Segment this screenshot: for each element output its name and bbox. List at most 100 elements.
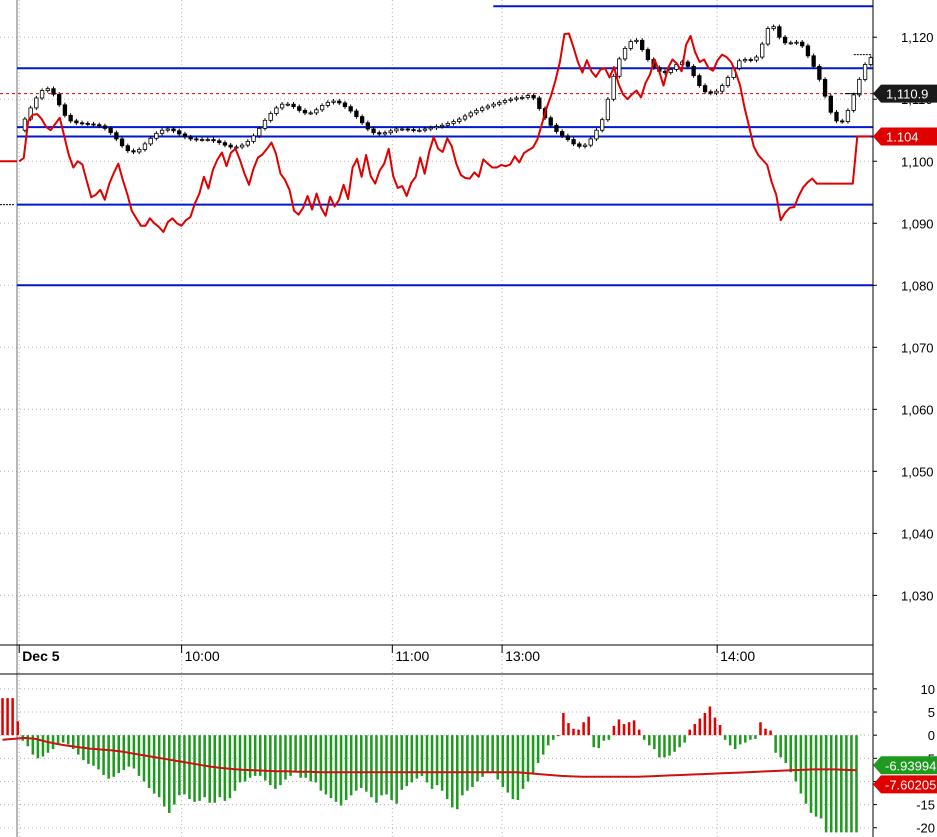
histogram-bar-65 bbox=[329, 735, 333, 799]
candle-body-86 bbox=[508, 98, 513, 101]
histogram-bar-93 bbox=[471, 735, 474, 788]
histogram-bar-100 bbox=[506, 735, 510, 793]
candle-body-144 bbox=[840, 120, 845, 123]
candle-body-131 bbox=[765, 28, 771, 45]
candle-body-106 bbox=[622, 47, 628, 60]
candle-body-78 bbox=[462, 115, 468, 120]
histogram-bar-118 bbox=[597, 735, 601, 749]
histogram-bar-52 bbox=[264, 735, 267, 781]
histogram-bar-105 bbox=[531, 735, 535, 775]
histogram-bar-54 bbox=[274, 735, 277, 789]
candle-body-93 bbox=[548, 117, 553, 126]
candle-body-87 bbox=[514, 97, 519, 100]
candle-body-48 bbox=[291, 103, 296, 108]
price-tick-label-1: 1,040 bbox=[901, 526, 934, 541]
histogram-bar-70 bbox=[354, 735, 358, 791]
time-tick-label-1: 10:00 bbox=[185, 648, 220, 664]
candle-body-96 bbox=[565, 135, 571, 140]
histogram-bar-32 bbox=[162, 735, 166, 807]
candle-body-128 bbox=[748, 59, 753, 61]
candle-body-104 bbox=[611, 75, 616, 100]
price-badge-text-0: 1,110.9 bbox=[886, 87, 928, 102]
histogram-bar-121 bbox=[612, 725, 616, 736]
candle-body-22 bbox=[142, 143, 148, 150]
histogram-bar-160 bbox=[809, 735, 813, 813]
histogram-bar-115 bbox=[582, 722, 585, 736]
histogram-bar-18 bbox=[92, 735, 95, 766]
histogram-bar-1 bbox=[6, 698, 9, 736]
candle-body-130 bbox=[760, 43, 765, 58]
candle-body-72 bbox=[428, 127, 433, 130]
candle-body-38 bbox=[234, 146, 239, 149]
candle-body-79 bbox=[468, 112, 473, 117]
candle-body-65 bbox=[388, 130, 393, 134]
histogram-bar-94 bbox=[476, 735, 479, 782]
candle-body-134 bbox=[782, 36, 788, 44]
histogram-bar-76 bbox=[385, 735, 388, 795]
histogram-bar-75 bbox=[380, 735, 383, 796]
histogram-bar-116 bbox=[587, 716, 590, 736]
histogram-bar-97 bbox=[491, 735, 494, 773]
candle-body-71 bbox=[422, 128, 428, 131]
histogram-bar-17 bbox=[87, 735, 90, 764]
candle-body-98 bbox=[577, 143, 582, 147]
candle-body-32 bbox=[199, 139, 205, 141]
histogram-bar-99 bbox=[501, 735, 505, 788]
candle-body-42 bbox=[257, 127, 262, 137]
candle-body-129 bbox=[754, 56, 759, 61]
histogram-bar-84 bbox=[425, 735, 429, 783]
time-tick-label-0: Dec 5 bbox=[22, 648, 60, 664]
candle-body-26 bbox=[165, 128, 170, 131]
osc-badge-text-0: -6.93994 bbox=[885, 758, 936, 773]
candle-body-132 bbox=[771, 26, 776, 29]
candle-body-103 bbox=[605, 98, 611, 121]
candle-body-146 bbox=[851, 94, 856, 111]
histogram-bar-166 bbox=[840, 735, 843, 833]
candle-body-10 bbox=[74, 120, 79, 124]
candle-body-84 bbox=[497, 101, 502, 105]
histogram-bar-148 bbox=[749, 735, 752, 740]
candle-body-81 bbox=[479, 107, 485, 111]
histogram-bar-140 bbox=[708, 706, 712, 736]
histogram-bar-111 bbox=[562, 712, 565, 736]
histogram-bar-169 bbox=[855, 735, 858, 833]
histogram-bar-85 bbox=[430, 735, 434, 789]
histogram-bar-48 bbox=[243, 735, 247, 782]
histogram-bar-29 bbox=[147, 735, 151, 788]
time-tick-label-2: 11:00 bbox=[395, 648, 429, 664]
candle-body-148 bbox=[862, 64, 868, 80]
histogram-bar-109 bbox=[552, 735, 555, 740]
candle-body-21 bbox=[137, 149, 142, 153]
candle-body-97 bbox=[571, 139, 576, 145]
histogram-bar-137 bbox=[693, 724, 697, 736]
histogram-bar-147 bbox=[744, 735, 747, 743]
osc-tick-label-2: 0 bbox=[928, 728, 935, 743]
candle-body-41 bbox=[251, 135, 256, 142]
histogram-bar-81 bbox=[410, 735, 414, 783]
candle-body-143 bbox=[834, 111, 839, 122]
candle-body-40 bbox=[245, 141, 250, 146]
histogram-bar-61 bbox=[309, 735, 313, 782]
candle-body-57 bbox=[342, 102, 348, 108]
histogram-bar-36 bbox=[183, 735, 186, 795]
histogram-bar-71 bbox=[360, 735, 363, 788]
histogram-bar-57 bbox=[289, 735, 292, 776]
histogram-bar-30 bbox=[152, 735, 156, 794]
osc-tick-label-0: 10 bbox=[921, 682, 935, 697]
candle-body-28 bbox=[177, 130, 182, 135]
candle-body-107 bbox=[628, 41, 633, 49]
histogram-bar-108 bbox=[546, 735, 550, 746]
histogram-bar-150 bbox=[759, 722, 762, 736]
candle-body-145 bbox=[845, 109, 851, 122]
candle-body-33 bbox=[205, 139, 210, 141]
time-tick-label-3: 13:00 bbox=[505, 648, 540, 664]
histogram-bar-125 bbox=[632, 720, 636, 736]
histogram-bar-72 bbox=[365, 735, 368, 792]
histogram-bar-20 bbox=[102, 735, 105, 775]
candle-body-105 bbox=[617, 58, 622, 77]
candle-body-5 bbox=[45, 88, 50, 91]
candle-body-85 bbox=[502, 100, 508, 103]
histogram-bar-38 bbox=[193, 735, 196, 802]
histogram-bar-117 bbox=[592, 735, 595, 748]
histogram-bar-25 bbox=[127, 735, 131, 767]
